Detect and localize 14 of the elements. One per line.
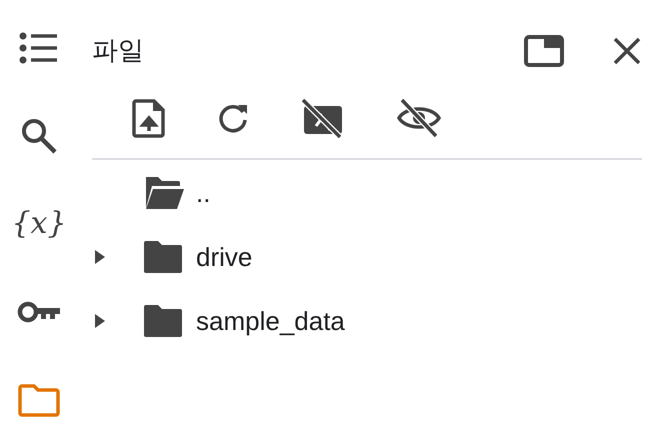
variables-button[interactable]: {x} (11, 204, 67, 244)
caret-icon[interactable] (94, 249, 106, 265)
hidden-eye-icon[interactable] (396, 98, 442, 138)
panel-title: 파일 (92, 34, 145, 68)
window-toggle-icon[interactable] (524, 35, 564, 67)
file-name[interactable]: drive (196, 238, 252, 276)
close-icon[interactable] (612, 36, 642, 66)
upload-file-icon[interactable] (132, 98, 166, 138)
file-name[interactable]: sample_data (196, 302, 345, 340)
folder-icon (142, 240, 184, 274)
folder-icon (142, 304, 184, 338)
file-name[interactable]: .. (196, 174, 210, 212)
caret-icon[interactable] (94, 313, 106, 329)
search-icon[interactable] (20, 116, 58, 156)
